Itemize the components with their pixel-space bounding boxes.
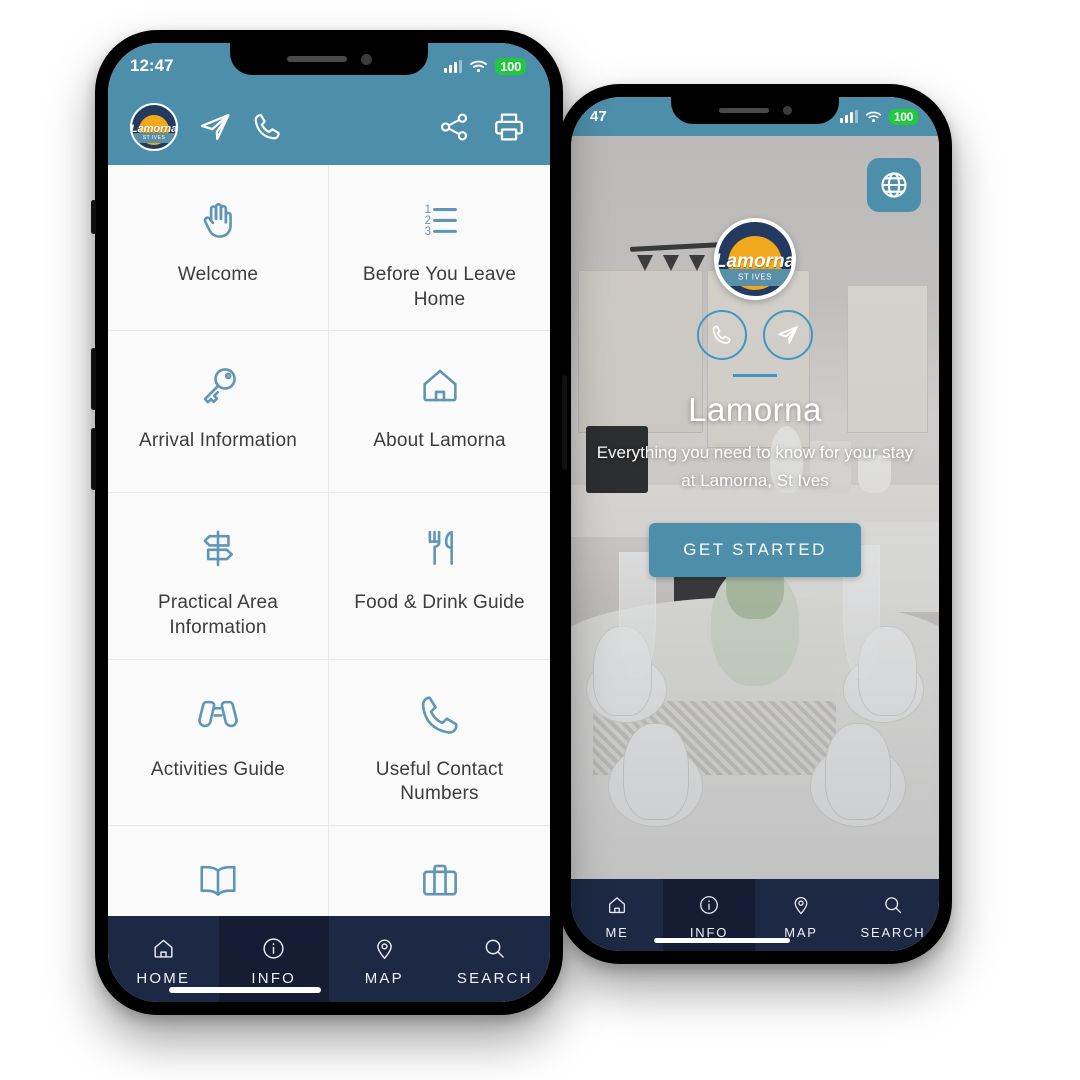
nav-item-map[interactable]: MAP bbox=[329, 916, 440, 1002]
app-header: Lamorna ST IVES bbox=[108, 89, 550, 165]
bottom-nav-right: ME INFO MAP SEARCH bbox=[571, 879, 939, 951]
menu-label: Useful Contact Numbers bbox=[375, 758, 504, 805]
language-globe-button[interactable] bbox=[867, 158, 921, 212]
app-logo-sub: ST IVES bbox=[142, 134, 166, 141]
svg-text:3: 3 bbox=[424, 226, 430, 238]
phone-right: 47 100 Lamorna ST IVES Lamorna Everythin… bbox=[558, 84, 952, 964]
menu-item-book[interactable] bbox=[108, 826, 329, 916]
wifi-icon bbox=[865, 111, 882, 123]
paper-plane-icon[interactable] bbox=[198, 110, 232, 144]
hero-divider bbox=[733, 374, 777, 377]
hero-subtitle: Everything you need to know for your sta… bbox=[596, 443, 914, 491]
menu-label: Food & Drink Guide bbox=[354, 592, 525, 614]
earpiece-speaker bbox=[718, 108, 769, 113]
hand-wave-icon bbox=[195, 191, 241, 249]
info-icon bbox=[700, 896, 718, 914]
status-time-left: 12:47 bbox=[130, 56, 174, 75]
menu-item-food-drink-guide[interactable]: Food & Drink Guide bbox=[329, 493, 550, 660]
menu-item-activities-guide[interactable]: Activities Guide bbox=[108, 659, 329, 827]
earpiece-speaker bbox=[286, 56, 347, 62]
front-camera bbox=[360, 53, 372, 65]
nav-item-home[interactable]: ME bbox=[571, 879, 663, 951]
menu-label: Before You Leave Home bbox=[362, 264, 517, 310]
suitcase-icon bbox=[417, 852, 463, 910]
home-icon bbox=[609, 897, 625, 914]
search-icon bbox=[885, 897, 902, 914]
hero-call-button[interactable] bbox=[697, 310, 747, 360]
battery-level-right: 100 bbox=[888, 108, 918, 125]
notch-left bbox=[230, 43, 428, 75]
nav-label-map: MAP bbox=[364, 969, 404, 987]
hero-title: Lamorna bbox=[688, 391, 822, 428]
nav-label-search: SEARCH bbox=[860, 925, 926, 940]
menu-item-before-you-leave-home[interactable]: 1 2 3 Before You Leave Home bbox=[329, 165, 550, 332]
get-started-button[interactable]: GET STARTED bbox=[649, 523, 861, 578]
hero-logo-name: Lamorna bbox=[714, 250, 796, 272]
nav-item-search[interactable]: SEARCH bbox=[440, 916, 551, 1002]
menu-item-suitcase[interactable] bbox=[329, 826, 550, 916]
hero-logo-sub: ST IVES bbox=[737, 272, 773, 282]
mute-switch[interactable] bbox=[91, 200, 96, 234]
home-indicator bbox=[653, 938, 790, 943]
wifi-icon bbox=[470, 60, 488, 73]
front-camera bbox=[782, 106, 792, 115]
numbered-list-icon: 1 2 3 bbox=[417, 191, 463, 249]
nav-label-search: SEARCH bbox=[456, 969, 533, 987]
hero-section: Lamorna ST IVES Lamorna Everything you n… bbox=[571, 136, 939, 879]
status-time-right: 47 bbox=[590, 108, 607, 125]
menu-label: Welcome bbox=[177, 264, 259, 285]
menu-label: About Lamorna bbox=[373, 430, 506, 452]
house-icon bbox=[417, 357, 463, 415]
share-icon[interactable] bbox=[438, 111, 470, 143]
search-icon bbox=[485, 939, 505, 958]
bottom-nav-left: HOME INFO MAP SEARCH bbox=[108, 916, 550, 1002]
signal-bars-icon bbox=[444, 59, 463, 73]
menu-grid: Welcome 1 2 3 Before You Leave Home Arri… bbox=[108, 165, 550, 916]
volume-up-button[interactable] bbox=[91, 348, 96, 410]
menu-item-arrival-information[interactable]: Arrival Information bbox=[108, 331, 329, 494]
nav-label-home: HOME bbox=[136, 969, 191, 987]
nav-label-info: INFO bbox=[251, 969, 297, 987]
nav-item-search[interactable]: SEARCH bbox=[847, 879, 939, 951]
phone-left-screen: 12:47 100 Lamorna ST IVES Welcome 1 2 3 … bbox=[108, 43, 550, 1002]
menu-grid-container: Welcome 1 2 3 Before You Leave Home Arri… bbox=[108, 165, 550, 916]
nav-label-home: ME bbox=[605, 925, 629, 940]
menu-item-welcome[interactable]: Welcome bbox=[108, 165, 329, 332]
app-logo-name: Lamorna bbox=[130, 122, 178, 135]
map-pin-icon bbox=[794, 897, 808, 915]
phone-icon bbox=[712, 325, 731, 344]
hero-logo: Lamorna ST IVES bbox=[714, 218, 796, 300]
printer-icon[interactable] bbox=[492, 110, 526, 144]
nav-label-map: MAP bbox=[784, 925, 818, 940]
key-icon bbox=[195, 357, 241, 415]
phone-right-screen: 47 100 Lamorna ST IVES Lamorna Everythin… bbox=[571, 97, 939, 951]
phone-handset-icon bbox=[417, 686, 463, 744]
power-button[interactable] bbox=[562, 375, 567, 470]
hero-send-button[interactable] bbox=[763, 310, 813, 360]
menu-item-about-lamorna[interactable]: About Lamorna bbox=[329, 331, 550, 494]
fork-knife-icon bbox=[417, 519, 463, 577]
notch-right bbox=[671, 97, 839, 124]
app-logo[interactable]: Lamorna ST IVES bbox=[130, 103, 178, 151]
volume-down-button[interactable] bbox=[91, 428, 96, 490]
battery-level-left: 100 bbox=[495, 57, 526, 75]
menu-item-practical-area-information[interactable]: Practical Area Information bbox=[108, 493, 329, 660]
menu-label: Activities Guide bbox=[150, 758, 286, 780]
phone-icon[interactable] bbox=[252, 111, 284, 143]
menu-label: Practical Area Information bbox=[157, 592, 279, 639]
binoculars-icon bbox=[195, 686, 241, 744]
signpost-icon bbox=[195, 519, 241, 577]
menu-item-useful-contact-numbers[interactable]: Useful Contact Numbers bbox=[329, 659, 550, 827]
map-pin-icon bbox=[376, 938, 392, 959]
home-indicator bbox=[169, 987, 322, 993]
phone-left: 12:47 100 Lamorna ST IVES Welcome 1 2 3 … bbox=[91, 30, 567, 1015]
open-book-icon bbox=[195, 852, 241, 910]
globe-icon bbox=[881, 172, 907, 198]
signal-bars-icon bbox=[839, 110, 858, 123]
info-icon bbox=[263, 937, 284, 959]
menu-label: Arrival Information bbox=[139, 430, 297, 452]
paper-plane-icon bbox=[778, 326, 798, 344]
home-icon bbox=[154, 939, 173, 958]
